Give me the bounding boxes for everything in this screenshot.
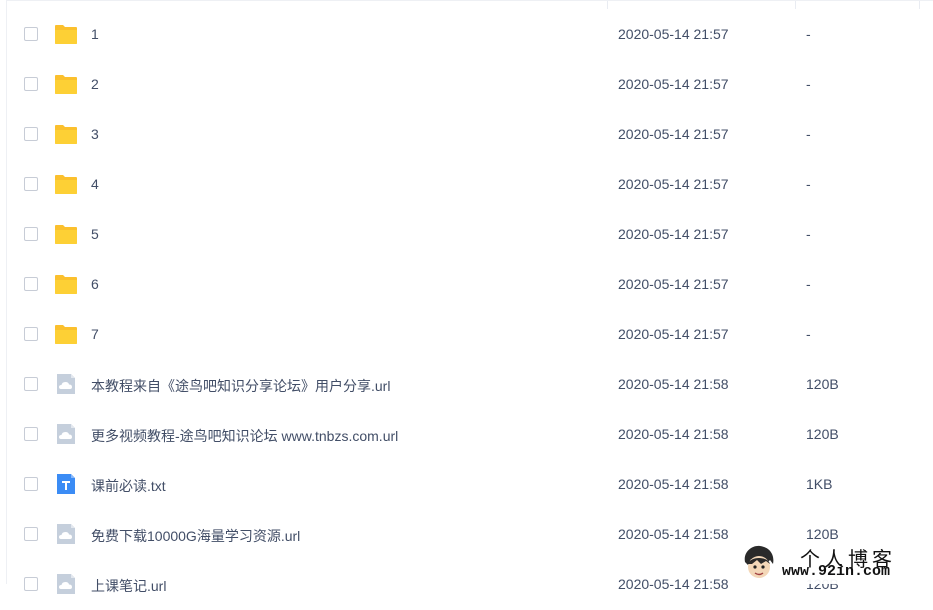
row-checkbox[interactable] <box>24 277 38 291</box>
file-size: 120B <box>806 526 839 542</box>
url-file-icon <box>57 424 75 444</box>
row-checkbox[interactable] <box>24 427 38 441</box>
file-date: 2020-05-14 21:57 <box>618 126 729 142</box>
file-date: 2020-05-14 21:58 <box>618 576 729 592</box>
file-row[interactable]: 1 2020-05-14 21:57 - <box>0 10 933 60</box>
file-date: 2020-05-14 21:57 <box>618 226 729 242</box>
file-name[interactable]: 3 <box>91 126 99 142</box>
cartoon-face-icon <box>744 545 774 578</box>
watermark-url: www.92in.com <box>782 563 891 580</box>
folder-icon <box>55 75 77 94</box>
file-size: - <box>806 326 811 342</box>
row-checkbox[interactable] <box>24 27 38 41</box>
file-date: 2020-05-14 21:57 <box>618 326 729 342</box>
row-checkbox[interactable] <box>24 577 38 591</box>
file-date: 2020-05-14 21:58 <box>618 476 729 492</box>
file-name[interactable]: 本教程来自《途鸟吧知识分享论坛》用户分享.url <box>91 376 390 396</box>
url-file-icon <box>57 574 75 594</box>
folder-icon <box>55 325 77 344</box>
file-date: 2020-05-14 21:58 <box>618 426 729 442</box>
file-row[interactable]: 5 2020-05-14 21:57 - <box>0 210 933 260</box>
file-date: 2020-05-14 21:57 <box>618 26 729 42</box>
file-size: - <box>806 76 811 92</box>
file-name[interactable]: 课前必读.txt <box>91 476 166 496</box>
file-size: 1KB <box>806 476 833 492</box>
file-name[interactable]: 上课笔记.url <box>91 576 166 596</box>
file-row[interactable]: 本教程来自《途鸟吧知识分享论坛》用户分享.url 2020-05-14 21:58… <box>0 360 933 410</box>
file-size: - <box>806 126 811 142</box>
file-row[interactable]: 6 2020-05-14 21:57 - <box>0 260 933 310</box>
watermark: 个人博客 www.92in.com <box>738 541 933 584</box>
file-row[interactable]: 更多视频教程-途鸟吧知识论坛 www.tnbzs.com.url 2020-05-… <box>0 410 933 460</box>
column-divider <box>795 1 796 9</box>
file-date: 2020-05-14 21:58 <box>618 526 729 542</box>
file-name[interactable]: 6 <box>91 276 99 292</box>
file-size: - <box>806 26 811 42</box>
file-name[interactable]: 7 <box>91 326 99 342</box>
file-date: 2020-05-14 21:57 <box>618 76 729 92</box>
url-file-icon <box>57 524 75 544</box>
row-checkbox[interactable] <box>24 377 38 391</box>
file-size: 120B <box>806 426 839 442</box>
file-list: 1 2020-05-14 21:57 - 2 2020-05-14 21:57 - 3 202… <box>0 10 933 610</box>
folder-icon <box>55 125 77 144</box>
file-name[interactable]: 5 <box>91 226 99 242</box>
file-row[interactable]: 3 2020-05-14 21:57 - <box>0 110 933 160</box>
file-name[interactable]: 1 <box>91 26 99 42</box>
row-checkbox[interactable] <box>24 527 38 541</box>
row-checkbox[interactable] <box>24 477 38 491</box>
folder-icon <box>55 25 77 44</box>
text-file-icon <box>57 474 75 494</box>
file-name[interactable]: 更多视频教程-途鸟吧知识论坛 www.tnbzs.com.url <box>91 426 398 446</box>
row-checkbox[interactable] <box>24 227 38 241</box>
file-row[interactable]: 7 2020-05-14 21:57 - <box>0 310 933 360</box>
row-checkbox[interactable] <box>24 127 38 141</box>
file-size: - <box>806 276 811 292</box>
row-checkbox[interactable] <box>24 177 38 191</box>
column-divider <box>607 1 608 9</box>
file-date: 2020-05-14 21:57 <box>618 176 729 192</box>
file-size: 120B <box>806 376 839 392</box>
row-checkbox[interactable] <box>24 77 38 91</box>
file-row[interactable]: 4 2020-05-14 21:57 - <box>0 160 933 210</box>
file-name[interactable]: 免费下载10000G海量学习资源.url <box>91 526 300 546</box>
folder-icon <box>55 275 77 294</box>
file-size: - <box>806 226 811 242</box>
file-size: - <box>806 176 811 192</box>
file-name[interactable]: 4 <box>91 176 99 192</box>
file-name[interactable]: 2 <box>91 76 99 92</box>
row-checkbox[interactable] <box>24 327 38 341</box>
folder-icon <box>55 225 77 244</box>
file-row[interactable]: 课前必读.txt 2020-05-14 21:58 1KB <box>0 460 933 510</box>
url-file-icon <box>57 374 75 394</box>
file-date: 2020-05-14 21:58 <box>618 376 729 392</box>
file-row[interactable]: 2 2020-05-14 21:57 - <box>0 60 933 110</box>
folder-icon <box>55 175 77 194</box>
column-divider <box>919 1 920 9</box>
file-date: 2020-05-14 21:57 <box>618 276 729 292</box>
